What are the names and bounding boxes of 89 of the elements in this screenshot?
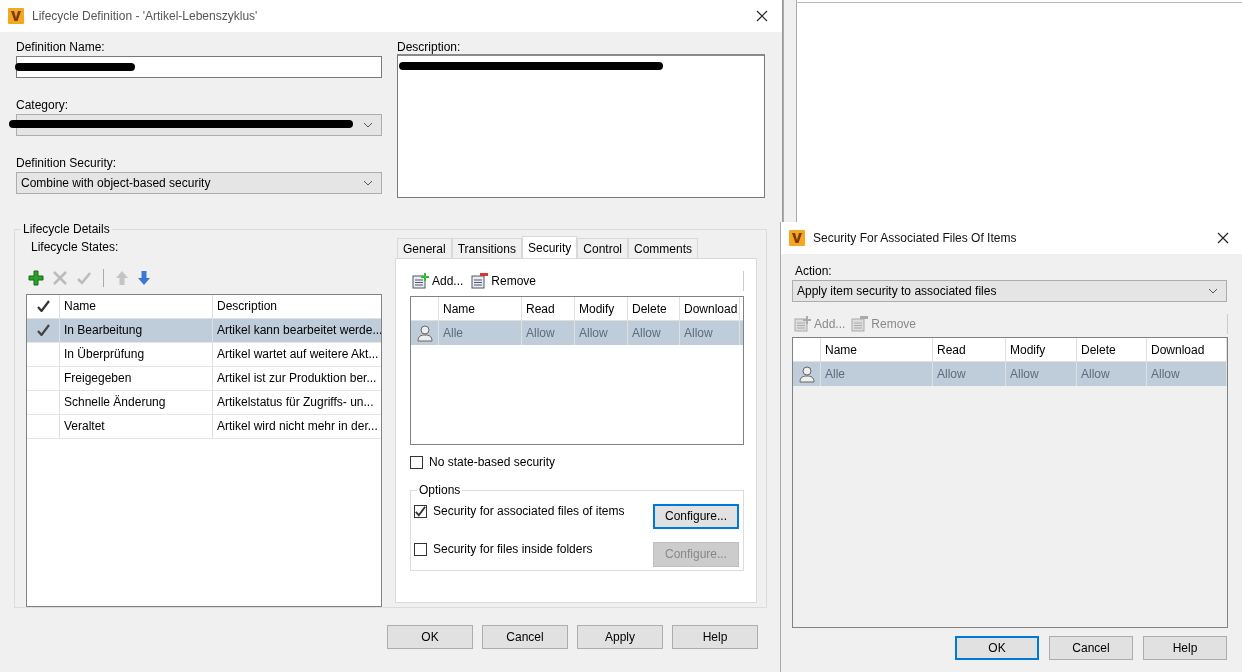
dialog-button[interactable]: Help (1143, 636, 1227, 660)
user-icon (797, 365, 816, 383)
table-cell: Schnelle Änderung (60, 390, 213, 414)
checkbox-label: Security for files inside folders (433, 542, 593, 556)
table-cell: Allow (680, 321, 740, 345)
tab[interactable]: Transitions (451, 238, 522, 258)
tab[interactable]: Control (577, 238, 628, 258)
document-remove-icon (471, 273, 489, 289)
arrow-down-icon[interactable] (137, 269, 151, 286)
check-icon (36, 300, 50, 313)
window-title: Lifecycle Definition - 'Artikel-Lebenszyklus' (32, 9, 259, 23)
table-cell-text: Artikel kann bearbeitet werde... (216, 322, 381, 340)
name-field[interactable] (16, 56, 382, 78)
table-cell: Alle (821, 362, 933, 386)
table-cell-text: Artikel wird nicht mehr in der... (216, 418, 379, 436)
column-header[interactable]: Delete (1077, 338, 1147, 361)
close-icon[interactable] (756, 10, 768, 22)
column-header[interactable]: Name (439, 297, 522, 320)
column-header[interactable]: Delete (628, 297, 680, 320)
tab[interactable]: Security (521, 236, 578, 258)
column-header[interactable]: Description (213, 294, 381, 318)
dialog-button[interactable]: OK (387, 625, 473, 649)
dialog-button[interactable]: Apply (577, 625, 663, 649)
section-label: Lifecycle States: (31, 240, 120, 256)
column-header[interactable]: Read (933, 338, 1006, 361)
column-header[interactable]: Modify (575, 297, 628, 320)
document-remove-icon (851, 316, 869, 332)
tab[interactable]: Comments (628, 238, 698, 258)
table-cell: Allow (628, 321, 680, 345)
action-dropdown[interactable]: Apply item security to associated files (792, 280, 1227, 302)
check-icon (415, 505, 426, 517)
dialog-button[interactable]: OK (955, 636, 1039, 660)
state-row[interactable]: Schnelle Änderung Artikelstatus für Zugriffs- un... (27, 390, 381, 415)
chevron-down-icon (363, 180, 373, 186)
logo-icon (789, 230, 805, 246)
column-header[interactable]: Read (522, 297, 575, 320)
table-cell: Allow (522, 321, 575, 345)
user-icon (415, 324, 434, 342)
table-cell: In Überprüfung (60, 342, 213, 366)
column-header[interactable]: Download (1147, 338, 1227, 361)
document-add-icon (412, 273, 429, 289)
column-header[interactable]: Download (680, 297, 740, 320)
group-title: Lifecycle Details (22, 222, 111, 236)
dialog-button[interactable]: Cancel (1049, 636, 1133, 660)
description-field[interactable] (397, 54, 765, 198)
security-dropdown[interactable]: Combine with object-based security (16, 172, 382, 194)
checkbox[interactable] (414, 504, 427, 518)
table-cell: Allow (1077, 362, 1147, 386)
table-cell: Veraltet (60, 414, 213, 438)
field-label: Description: (397, 39, 462, 56)
field-label: Action: (795, 263, 833, 280)
table-cell: Alle (439, 321, 522, 345)
table-cell: In Bearbeitung (60, 318, 213, 342)
table-cell: Allow (1006, 362, 1077, 386)
table-cell-text: Artikelstatus für Zugriffs- un... (216, 394, 375, 412)
column-header[interactable]: Name (821, 338, 933, 361)
chevron-down-icon (1208, 288, 1218, 294)
dialog-button[interactable]: Cancel (482, 625, 568, 649)
tab[interactable]: General (397, 238, 452, 258)
column-header[interactable]: Name (60, 294, 213, 318)
add-button[interactable]: Add... (412, 273, 464, 289)
window-title: Security For Associated Files Of Items (813, 231, 1018, 245)
state-row[interactable]: Veraltet Artikel wird nicht mehr in der... (27, 414, 381, 439)
table-cell: Allow (1147, 362, 1227, 386)
table-cell-text: Artikel ist zur Produktion ber... (216, 370, 378, 388)
field-label: Category: (16, 97, 70, 114)
table-cell: Allow (933, 362, 1006, 386)
checkbox-label: No state-based security (429, 455, 556, 469)
chevron-down-icon (363, 122, 373, 128)
remove-button[interactable]: Remove (471, 273, 537, 289)
column-header[interactable]: Modify (1006, 338, 1077, 361)
document-add-icon (794, 316, 811, 332)
check-icon (36, 324, 50, 337)
state-row[interactable]: In Überprüfung Artikel wartet auf weitere Akt... (27, 342, 381, 367)
table-cell-text: Artikel wartet auf weitere Akt... (216, 346, 380, 364)
logo-icon (8, 8, 24, 24)
checkbox[interactable] (410, 455, 423, 469)
table-cell: Allow (575, 321, 628, 345)
field-label: Definition Name: (16, 39, 106, 56)
group-title: Options (418, 483, 462, 497)
configure-button[interactable]: Configure... (653, 503, 739, 529)
state-row[interactable]: Freigegeben Artikel ist zur Produktion ber... (27, 366, 381, 391)
field-label: Definition Security: (16, 155, 118, 172)
plus-icon[interactable] (28, 269, 44, 286)
table-cell: Freigegeben (60, 366, 213, 390)
checkbox-label: Security for associated files of items (433, 504, 625, 518)
close-icon[interactable] (1217, 232, 1229, 244)
dialog-button[interactable]: Help (672, 625, 758, 649)
state-row[interactable]: In Bearbeitung Artikel kann bearbeitet werde... (27, 318, 381, 343)
